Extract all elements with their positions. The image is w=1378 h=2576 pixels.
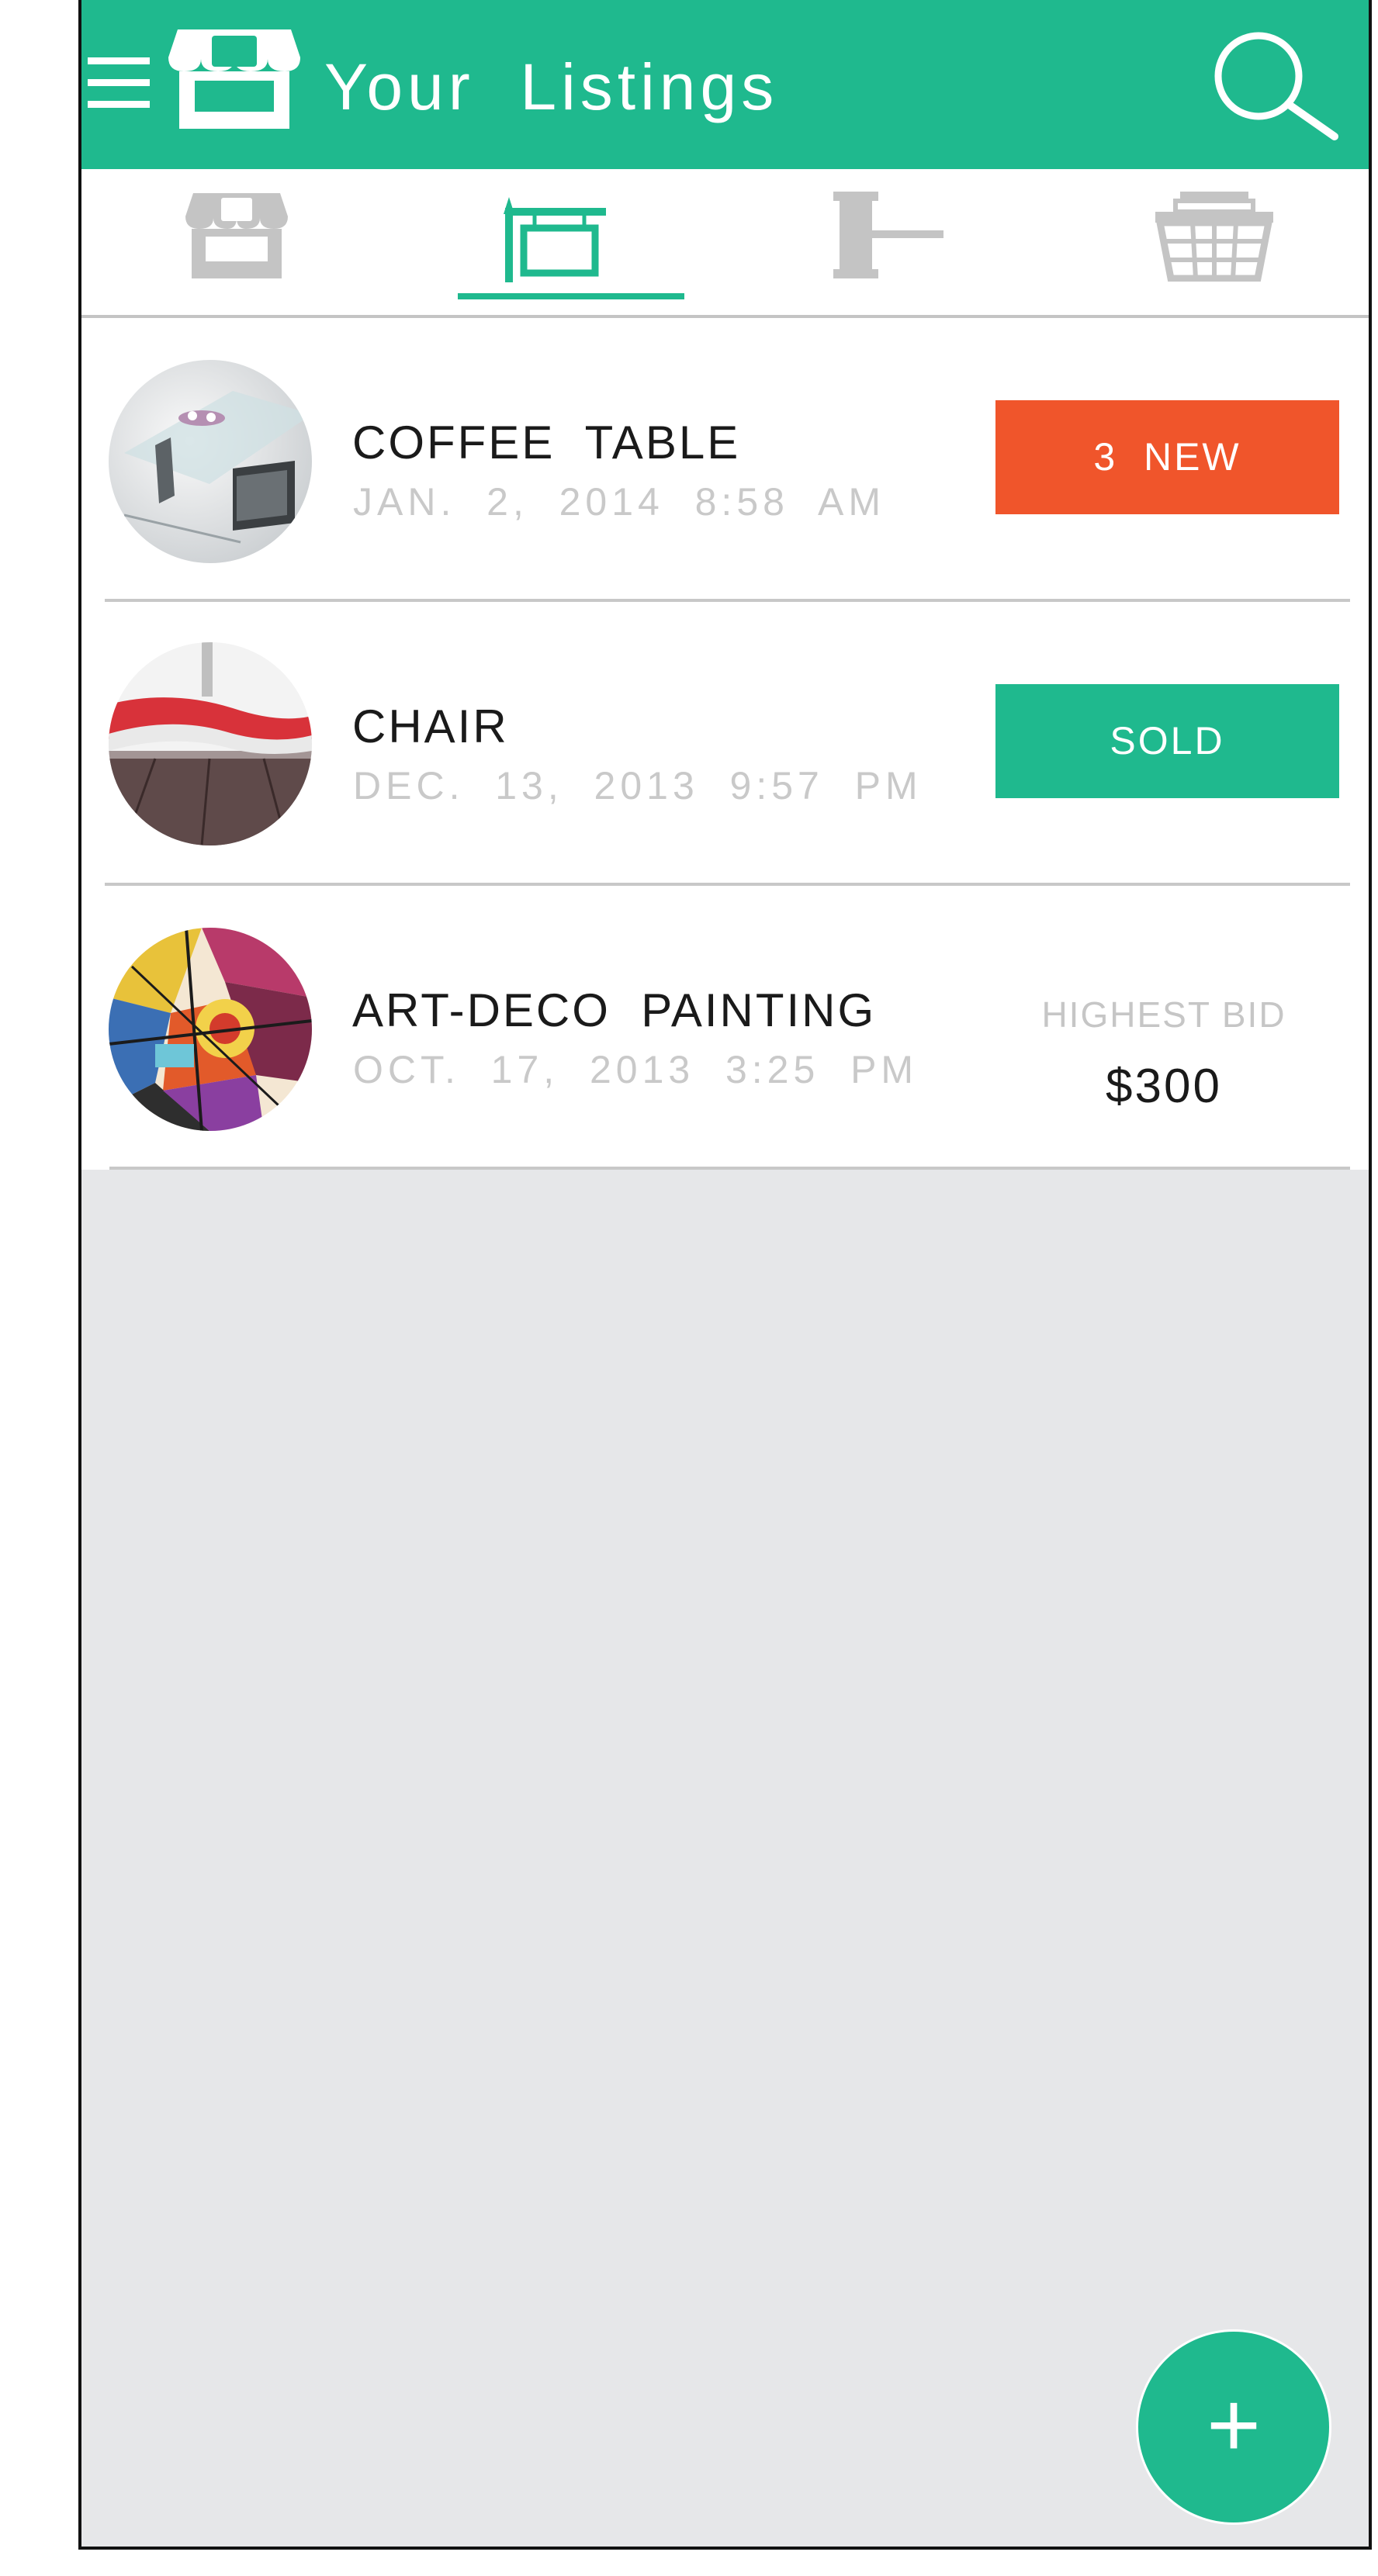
app-bar: Your Listings [81,0,1369,169]
list-item[interactable]: COFFEE TABLE JAN. 2, 2014 8:58 AM 3 NEW [81,318,1369,602]
list-item[interactable]: CHAIR DEC. 13, 2013 9:57 PM SOLD [81,602,1369,886]
sold-badge[interactable]: SOLD [995,684,1339,798]
tab-cart[interactable] [1144,169,1369,315]
phone-frame: Your Listings COFFEE TABLE JAN. 2, 2014 … [78,0,1372,2550]
listings-list: COFFEE TABLE JAN. 2, 2014 8:58 AM 3 NEW [81,318,1369,1170]
item-name: ART-DECO PAINTING [352,984,877,1036]
storefront-icon [168,29,300,129]
chair-thumbnail [109,642,312,845]
tab-auctions[interactable] [826,169,1121,315]
active-tab-indicator [458,293,684,299]
storefront-icon [185,193,288,278]
highest-bid-value: $300 [1106,1060,1222,1113]
gavel-icon [833,192,943,278]
item-date: DEC. 13, 2013 9:57 PM [353,764,923,807]
search-icon[interactable] [1210,28,1342,144]
new-offers-badge[interactable]: 3 NEW [995,400,1339,514]
painting-thumbnail [109,928,312,1131]
add-icon: + [1206,2373,1262,2477]
hamburger-menu-icon[interactable] [88,53,153,113]
signboard-icon [504,197,606,282]
item-date: OCT. 17, 2013 3:25 PM [353,1048,919,1091]
highest-bid-label: HIGHEST BID [1041,994,1286,1035]
basket-icon [1155,192,1273,282]
item-name: COFFEE TABLE [352,417,741,469]
coffee-table-thumbnail [109,360,312,563]
page-title: Your Listings [324,50,779,123]
add-listing-button[interactable]: + [1136,2329,1331,2525]
divider [109,1167,1350,1170]
list-item[interactable]: ART-DECO PAINTING OCT. 17, 2013 3:25 PM … [81,886,1369,1170]
item-name: CHAIR [352,700,509,752]
tab-bar [81,169,1369,318]
item-date: JAN. 2, 2014 8:58 AM [353,480,885,524]
tab-shop[interactable] [182,169,477,315]
